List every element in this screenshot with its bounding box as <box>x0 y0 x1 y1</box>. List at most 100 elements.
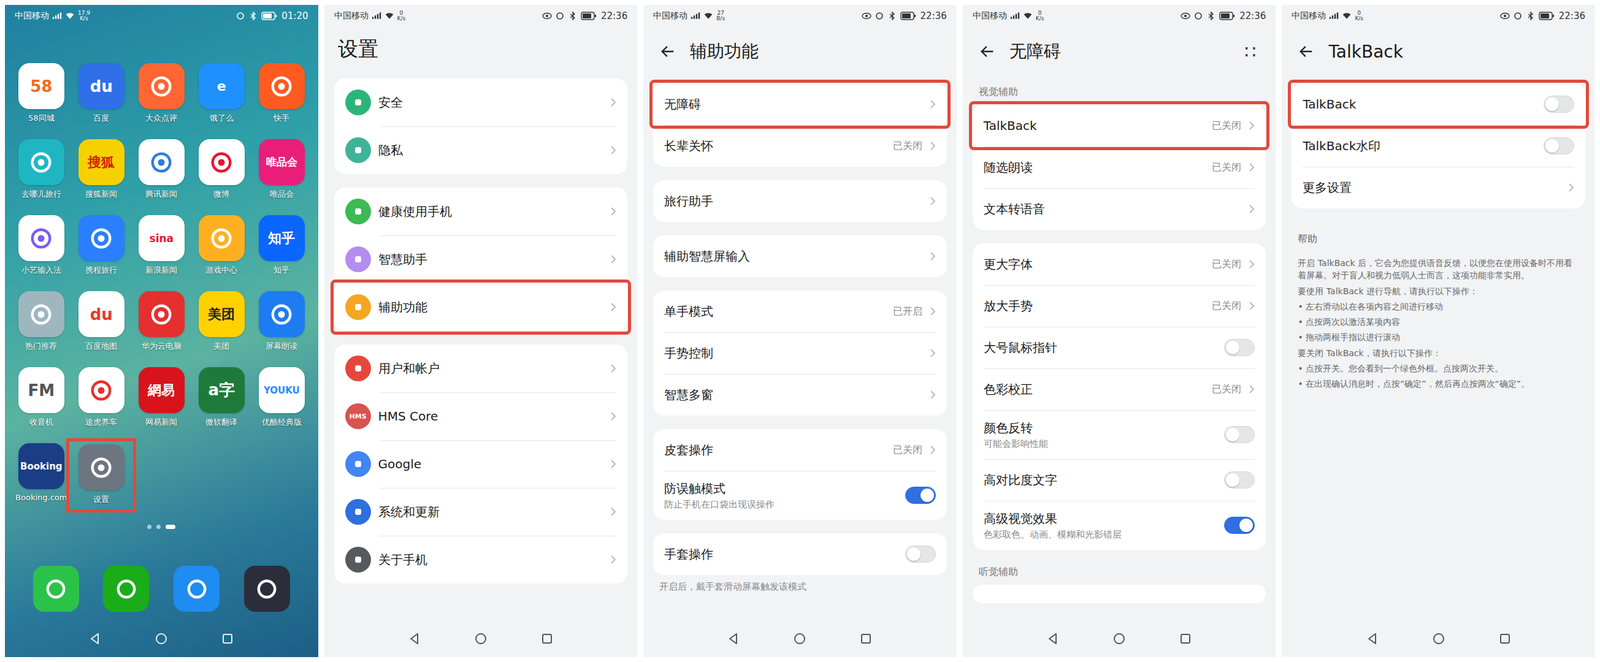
settings-row[interactable]: Google <box>334 440 628 489</box>
toggle-switch[interactable] <box>1224 426 1255 444</box>
app-shortcut[interactable]: 携程旅行 <box>71 215 132 276</box>
back-triangle-icon[interactable] <box>407 631 422 647</box>
app-icon[interactable] <box>258 63 305 110</box>
app-icon[interactable] <box>258 291 305 338</box>
page-dot[interactable] <box>156 524 161 530</box>
toggle-switch[interactable] <box>1543 137 1575 155</box>
settings-row[interactable]: 单手模式已开启 <box>653 290 947 333</box>
app-shortcut[interactable]: 途虎养车 <box>71 367 132 429</box>
app-icon[interactable] <box>18 291 65 338</box>
app-icon[interactable] <box>18 139 65 186</box>
settings-row[interactable]: 皮套操作已关闭 <box>653 429 947 471</box>
app-shortcut[interactable]: du百度 <box>71 63 132 124</box>
app-icon[interactable] <box>18 215 65 262</box>
dock-app-icon[interactable] <box>244 566 291 613</box>
settings-row[interactable]: 无障碍 <box>653 83 947 126</box>
back-triangle-icon[interactable] <box>1045 631 1061 647</box>
app-shortcut[interactable]: 快手 <box>251 63 312 124</box>
app-shortcut[interactable]: 设置 <box>71 443 132 508</box>
app-icon[interactable]: FM <box>18 367 65 414</box>
app-shortcut[interactable]: du百度地图 <box>71 291 132 353</box>
app-shortcut[interactable]: 去哪儿旅行 <box>11 139 72 200</box>
back-triangle-icon[interactable] <box>1365 631 1380 647</box>
recents-square-icon[interactable] <box>220 631 235 647</box>
app-shortcut[interactable]: FM收音机 <box>11 367 72 429</box>
app-icon[interactable]: 搜狐 <box>78 139 125 186</box>
dock-app-icon[interactable] <box>33 566 80 613</box>
app-icon[interactable]: 唯品会 <box>258 139 305 186</box>
settings-row[interactable]: 安全 <box>334 78 628 127</box>
app-icon[interactable]: a字 <box>198 367 245 414</box>
settings-row[interactable]: 色彩校正已关闭 <box>972 368 1267 411</box>
page-dot[interactable] <box>147 524 152 530</box>
app-icon[interactable]: 網易 <box>138 367 185 414</box>
settings-row[interactable]: 大号鼠标指针 <box>972 326 1267 369</box>
settings-row[interactable]: 更大字体已关闭 <box>972 243 1267 286</box>
app-icon[interactable]: Booking <box>18 443 65 490</box>
settings-row[interactable]: 高级视觉效果色彩取色、动画、模糊和光影错层 <box>972 501 1267 551</box>
settings-row[interactable]: 系统和更新 <box>334 488 628 536</box>
app-shortcut[interactable]: 华为云电脑 <box>131 291 192 353</box>
settings-row[interactable]: 随选朗读已关闭 <box>972 146 1267 189</box>
settings-row[interactable]: 高对比度文字 <box>972 459 1267 502</box>
settings-row[interactable]: 长辈关怀已关闭 <box>653 125 947 167</box>
settings-row[interactable]: 旅行助手 <box>653 180 947 223</box>
recents-square-icon[interactable] <box>1178 631 1193 647</box>
app-shortcut[interactable]: 微博 <box>191 139 252 200</box>
app-shortcut[interactable]: 屏幕朗读 <box>251 291 312 353</box>
app-icon[interactable] <box>78 215 125 262</box>
recents-square-icon[interactable] <box>539 631 555 647</box>
home-circle-icon[interactable] <box>153 631 169 647</box>
settings-row[interactable]: 颜色反转可能会影响性能 <box>972 410 1267 460</box>
settings-row[interactable]: 手套操作 <box>653 533 947 576</box>
app-icon[interactable] <box>198 215 245 262</box>
app-shortcut[interactable]: 小艺输入法 <box>11 215 72 276</box>
app-icon[interactable]: 美团 <box>198 291 245 338</box>
settings-row[interactable]: TalkBack已关闭 <box>972 104 1267 147</box>
app-shortcut[interactable]: 腾讯新闻 <box>131 139 192 200</box>
settings-row[interactable]: 智慧助手 <box>334 235 628 284</box>
app-shortcut[interactable]: 5858同城 <box>11 63 72 124</box>
page-dot[interactable] <box>165 524 176 530</box>
app-icon[interactable]: 知乎 <box>258 215 305 262</box>
app-icon[interactable] <box>138 63 185 110</box>
settings-row[interactable]: 智慧多窗 <box>653 374 947 416</box>
home-circle-icon[interactable] <box>1111 631 1127 647</box>
app-shortcut[interactable]: e饿了么 <box>191 63 252 124</box>
app-icon[interactable] <box>138 291 185 338</box>
settings-row[interactable]: 放大手势已关闭 <box>972 285 1267 327</box>
app-icon[interactable]: e <box>198 63 245 110</box>
more-menu-button[interactable]: ∷ <box>1240 41 1260 63</box>
app-icon[interactable] <box>198 139 245 186</box>
settings-row[interactable]: 更多设置 <box>1291 166 1586 209</box>
settings-row[interactable]: 手势控制 <box>653 332 947 375</box>
back-triangle-icon[interactable] <box>726 631 741 647</box>
app-shortcut[interactable]: sina新浪新闻 <box>131 215 192 276</box>
app-icon[interactable]: sina <box>138 215 185 262</box>
app-shortcut[interactable]: 美团美团 <box>191 291 252 353</box>
toggle-switch[interactable] <box>1224 339 1255 357</box>
app-shortcut[interactable]: YOUKU优酷经典版 <box>251 367 312 429</box>
app-shortcut[interactable]: BookingBooking.com <box>11 443 72 503</box>
dock-app-icon[interactable] <box>173 566 220 613</box>
back-arrow-icon[interactable] <box>659 42 677 61</box>
app-icon[interactable]: 58 <box>18 63 65 110</box>
app-shortcut[interactable]: 热门推荐 <box>11 291 72 353</box>
recents-square-icon[interactable] <box>858 631 874 647</box>
settings-row[interactable]: TalkBack <box>1291 83 1586 126</box>
settings-row[interactable]: 辅助功能 <box>334 283 628 332</box>
app-shortcut[interactable]: 游戏中心 <box>191 215 252 276</box>
toggle-switch[interactable] <box>1224 471 1255 489</box>
settings-row[interactable]: 辅助智慧屏输入 <box>653 235 947 278</box>
app-shortcut[interactable]: a字微软翻译 <box>191 367 252 429</box>
app-icon[interactable]: du <box>78 291 125 338</box>
settings-row[interactable]: 关于手机 <box>334 535 628 584</box>
settings-row[interactable]: TalkBack水印 <box>1291 125 1586 167</box>
toggle-switch[interactable] <box>905 486 936 505</box>
toggle-switch[interactable] <box>905 545 936 563</box>
back-arrow-icon[interactable] <box>978 42 996 61</box>
app-icon[interactable]: du <box>78 63 125 110</box>
settings-row[interactable]: 隐私 <box>334 126 628 175</box>
back-triangle-icon[interactable] <box>87 631 103 647</box>
home-circle-icon[interactable] <box>792 631 808 647</box>
